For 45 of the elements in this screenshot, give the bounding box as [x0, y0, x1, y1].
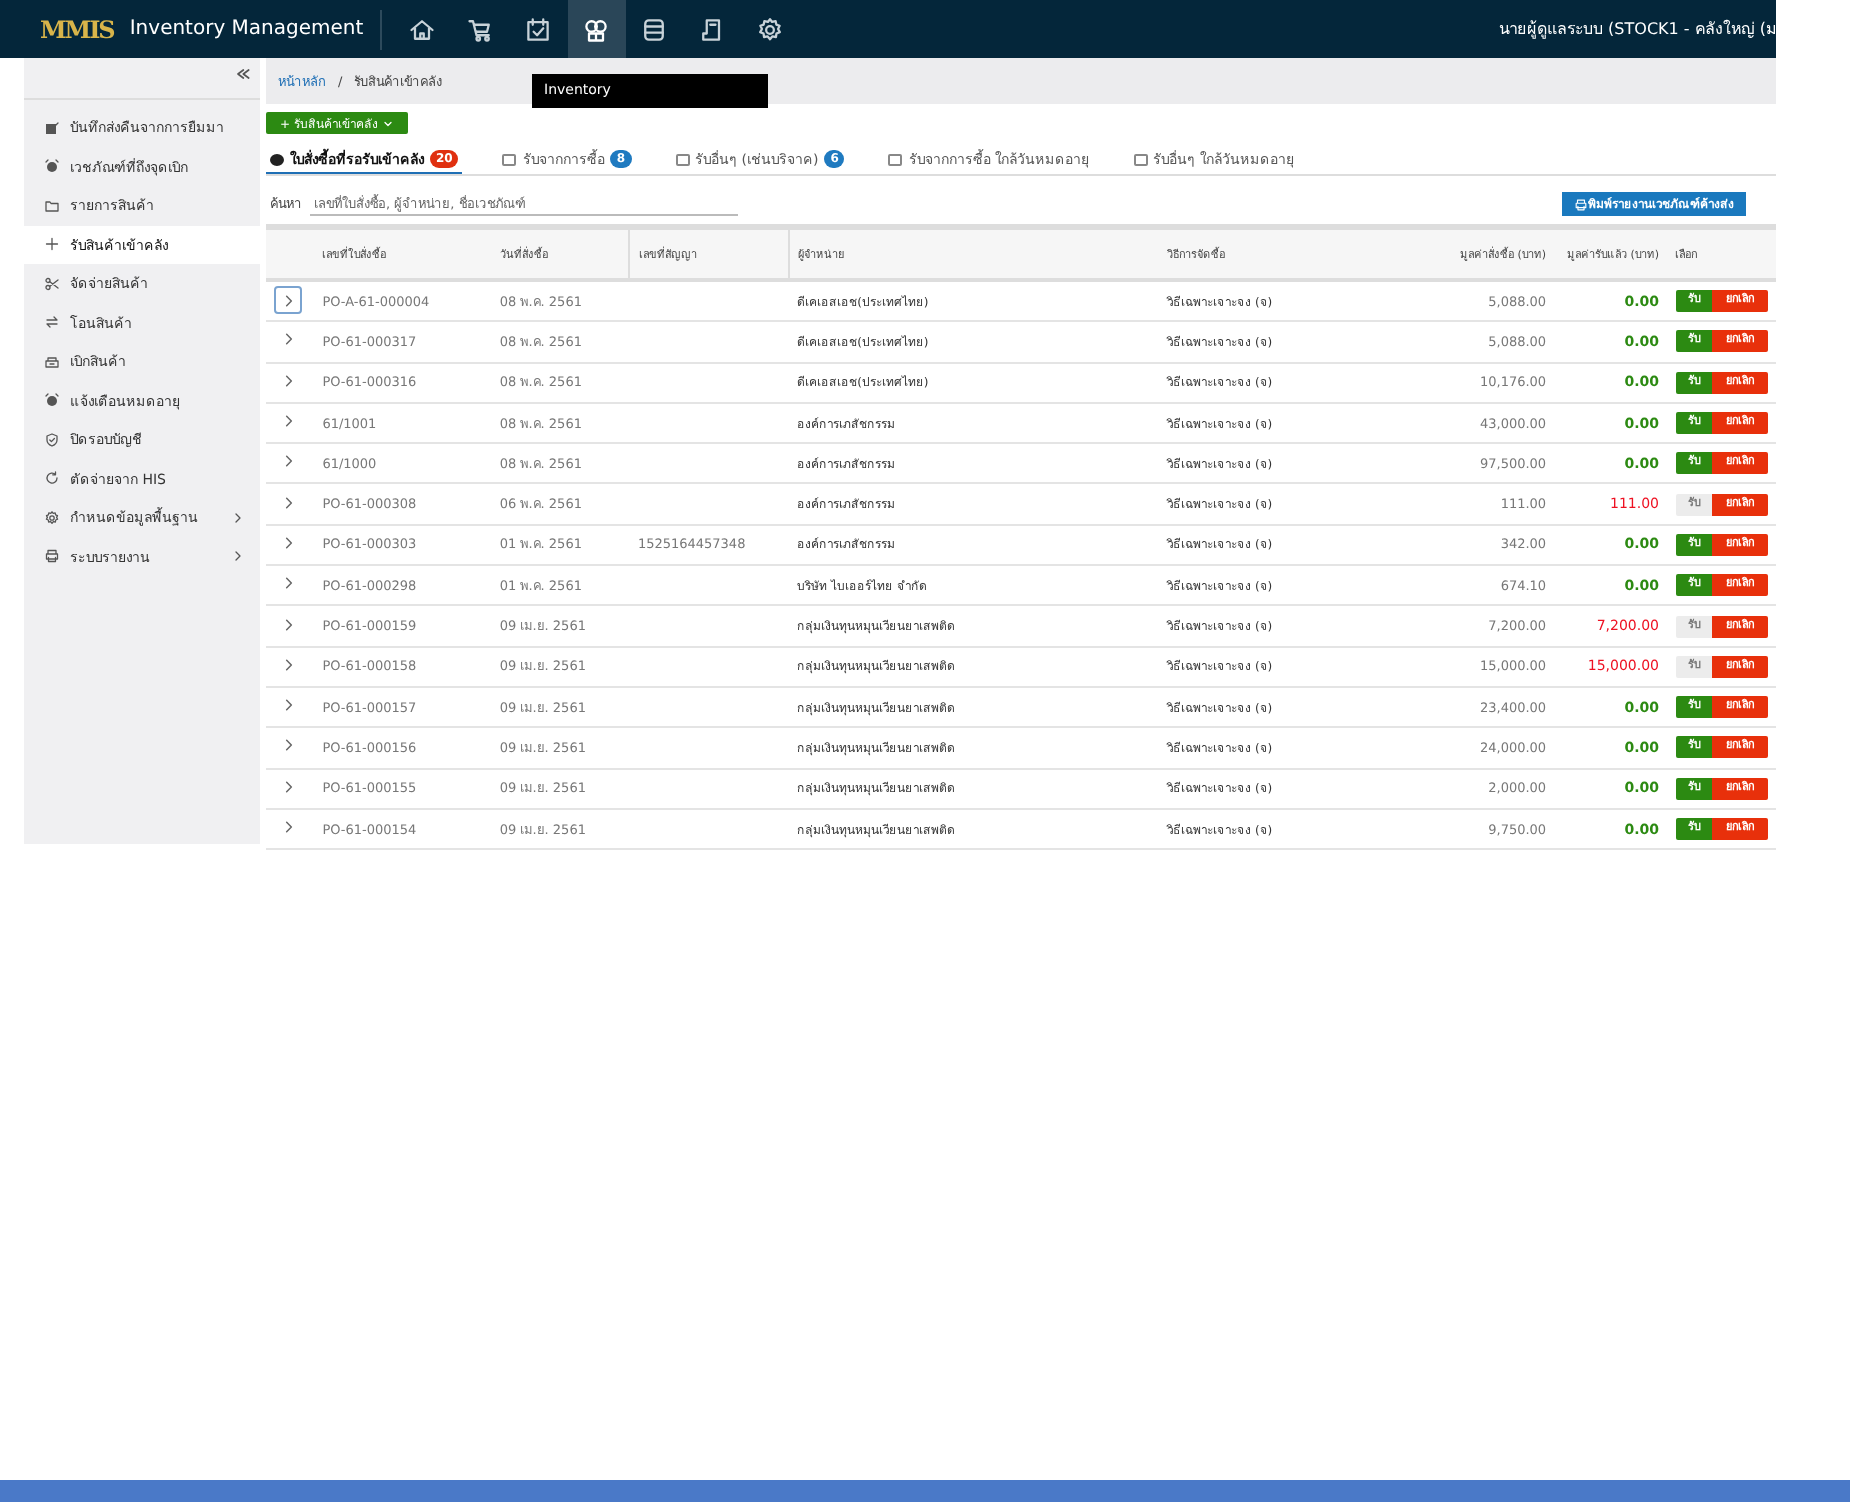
edit-icon — [44, 119, 60, 136]
chevron-icon — [281, 332, 295, 347]
chevron-icon — [281, 698, 295, 713]
shield-check-icon — [44, 431, 60, 448]
tab-icon — [502, 153, 517, 165]
refresh-icon — [44, 470, 60, 487]
chevron-icon — [281, 617, 295, 632]
plus-icon — [44, 236, 60, 253]
tab-icon — [675, 153, 690, 165]
chevron-icon — [281, 820, 295, 834]
chevron-icon — [281, 535, 295, 550]
expand-button[interactable] — [274, 286, 302, 315]
chevron-icon — [281, 414, 295, 429]
app-title: Inventory Management — [129, 9, 382, 49]
printer-icon — [44, 548, 60, 565]
gear-icon — [756, 15, 785, 43]
calendar-icon — [524, 15, 553, 43]
user-name[interactable]: นายผู้ดูแลระบบ (STOCK1 - คลังใหญ่ (ม — [1499, 16, 1776, 42]
chevron-icon — [281, 293, 295, 308]
collapse-icon[interactable] — [234, 66, 250, 82]
cart-icon — [466, 15, 495, 43]
chevron-icon — [281, 779, 295, 794]
chevron-icon — [281, 738, 295, 753]
chevron-icon — [281, 495, 295, 510]
chevron-icon — [281, 373, 295, 388]
tab-icon — [1133, 153, 1148, 165]
tab-icon — [888, 153, 903, 165]
box-icon — [44, 353, 60, 370]
nav-button[interactable] — [567, 0, 626, 58]
tab-icon — [270, 153, 284, 165]
boxes-icon — [582, 15, 611, 43]
database-icon — [640, 15, 669, 43]
gear-icon — [44, 509, 60, 526]
alarm-clock-icon — [44, 158, 60, 175]
alarm-clock-icon — [44, 392, 60, 409]
folder-icon — [44, 197, 60, 214]
home-icon — [408, 15, 437, 43]
scissors-icon — [44, 275, 60, 292]
printer-icon — [1574, 197, 1588, 211]
caret-icon — [381, 117, 394, 129]
chevron-icon — [281, 576, 295, 591]
logo: MMIS — [40, 13, 114, 45]
chevron-icon — [281, 454, 295, 469]
chevron-icon — [281, 657, 295, 672]
transfer-icon — [44, 314, 60, 331]
